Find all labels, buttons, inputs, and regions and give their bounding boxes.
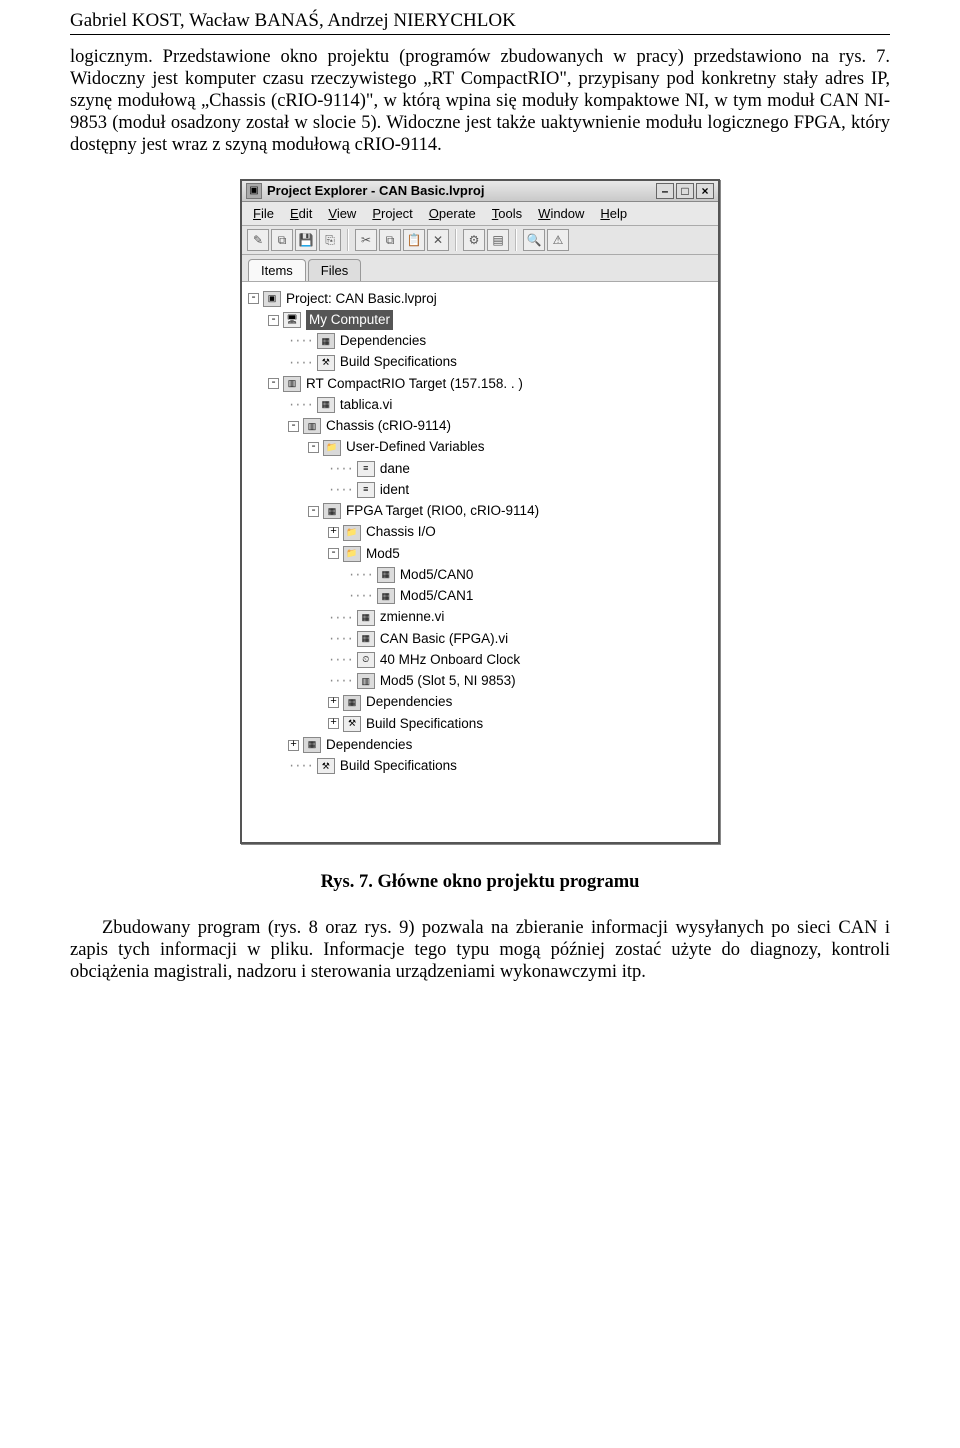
tree-dependencies[interactable]: Dependencies (340, 331, 426, 351)
tree-user-vars[interactable]: User-Defined Variables (346, 437, 485, 457)
tree-chassis-io[interactable]: Chassis I/O (366, 522, 436, 542)
menu-project[interactable]: Project (367, 205, 417, 222)
tree-dependencies[interactable]: Dependencies (326, 735, 412, 755)
tab-items[interactable]: Items (248, 259, 306, 281)
folder-icon: 📁 (343, 546, 361, 562)
tree-canbasic-vi[interactable]: CAN Basic (FPGA).vi (380, 629, 508, 649)
menu-tools[interactable]: Tools (487, 205, 527, 222)
menu-edit[interactable]: Edit (285, 205, 317, 222)
folder-icon: ▦ (343, 695, 361, 711)
tree-mod5-slot[interactable]: Mod5 (Slot 5, NI 9853) (380, 671, 516, 691)
tree-mod5-can1[interactable]: Mod5/CAN1 (400, 586, 474, 606)
computer-icon: 🖥 (283, 312, 301, 328)
menu-help[interactable]: Help (595, 205, 632, 222)
toolbar-delete-icon[interactable]: ✕ (427, 229, 449, 251)
toolbar-cut-icon[interactable]: ✂ (355, 229, 377, 251)
folder-icon: ▦ (317, 333, 335, 349)
tree-project[interactable]: Project: CAN Basic.lvproj (286, 289, 437, 309)
toolbar-saveall-icon[interactable]: ⎘ (319, 229, 341, 251)
figure-caption: Rys. 7. Główne okno projektu programu (70, 872, 890, 894)
vi-icon: ▦ (317, 397, 335, 413)
paragraph-2: Zbudowany program (rys. 8 oraz rys. 9) p… (70, 918, 890, 983)
collapse-icon[interactable]: - (328, 548, 339, 559)
channel-icon: ▦ (377, 588, 395, 604)
expand-icon[interactable]: + (288, 740, 299, 751)
tree-fpga-target[interactable]: FPGA Target (RIO0, cRIO-9114) (346, 501, 539, 521)
menu-view[interactable]: View (323, 205, 361, 222)
toolbar-separator-icon (347, 229, 349, 251)
expand-icon[interactable]: + (328, 718, 339, 729)
toolbar-save-icon[interactable]: 💾 (295, 229, 317, 251)
toolbar-open-icon[interactable]: ⧉ (271, 229, 293, 251)
vi-icon: ▦ (357, 610, 375, 626)
menu-window[interactable]: Window (533, 205, 589, 222)
close-button[interactable]: × (696, 183, 714, 199)
tree-tablica-vi[interactable]: tablica.vi (340, 395, 393, 415)
menu-file[interactable]: File (248, 205, 279, 222)
tree-mod5[interactable]: Mod5 (366, 544, 400, 564)
menu-operate[interactable]: Operate (424, 205, 481, 222)
channel-icon: ▦ (377, 567, 395, 583)
toolbar-new-icon[interactable]: ✎ (247, 229, 269, 251)
maximize-button[interactable]: □ (676, 183, 694, 199)
target-icon: ▥ (283, 376, 301, 392)
collapse-icon[interactable]: - (288, 421, 299, 432)
expand-icon[interactable]: + (328, 697, 339, 708)
folder-icon: 📁 (343, 525, 361, 541)
folder-icon: 📁 (323, 440, 341, 456)
minimize-button[interactable]: – (656, 183, 674, 199)
chassis-icon: ▥ (303, 418, 321, 434)
toolbar-search-icon[interactable]: 🔍 (523, 229, 545, 251)
vi-icon: ▦ (357, 631, 375, 647)
toolbar-filter-icon[interactable]: ▤ (487, 229, 509, 251)
toolbar: ✎ ⧉ 💾 ⎘ ✂ ⧉ 📋 ✕ ⚙ ▤ 🔍 ⚠ (242, 226, 718, 255)
variable-icon: ≡ (357, 482, 375, 498)
toolbar-settings-icon[interactable]: ⚙ (463, 229, 485, 251)
clock-icon: ⏲ (357, 652, 375, 668)
window-titlebar: ▣ Project Explorer - CAN Basic.lvproj – … (242, 181, 718, 202)
menu-bar: File Edit View Project Operate Tools Win… (242, 202, 718, 226)
tree-build-spec[interactable]: Build Specifications (366, 714, 483, 734)
tree-var-ident[interactable]: ident (380, 480, 409, 500)
author-header: Gabriel KOST, Wacław BANAŚ, Andrzej NIER… (70, 10, 890, 32)
tree-build-spec[interactable]: Build Specifications (340, 756, 457, 776)
tree-build-spec[interactable]: Build Specifications (340, 352, 457, 372)
project-icon: ▣ (263, 291, 281, 307)
variable-icon: ≡ (357, 461, 375, 477)
tree-rt-target[interactable]: RT CompactRIO Target (157.158. . ) (306, 374, 523, 394)
tree-my-computer[interactable]: My Computer (306, 310, 393, 330)
tree-zmienne-vi[interactable]: zmienne.vi (380, 607, 445, 627)
fpga-icon: ▦ (323, 503, 341, 519)
tab-files[interactable]: Files (308, 259, 361, 281)
build-icon: ⚒ (317, 355, 335, 371)
tree-dependencies[interactable]: Dependencies (366, 692, 452, 712)
toolbar-separator-icon (515, 229, 517, 251)
collapse-icon[interactable]: - (308, 442, 319, 453)
tree-chassis[interactable]: Chassis (cRIO-9114) (326, 416, 451, 436)
app-icon: ▣ (246, 183, 262, 199)
collapse-icon[interactable]: - (268, 315, 279, 326)
screenshot-figure: ▣ Project Explorer - CAN Basic.lvproj – … (70, 179, 890, 845)
build-icon: ⚒ (317, 758, 335, 774)
toolbar-paste-icon[interactable]: 📋 (403, 229, 425, 251)
toolbar-copy-icon[interactable]: ⧉ (379, 229, 401, 251)
tree-var-dane[interactable]: dane (380, 459, 410, 479)
toolbar-separator-icon (455, 229, 457, 251)
tab-bar: Items Files (242, 255, 718, 282)
expand-icon[interactable]: + (328, 527, 339, 538)
build-icon: ⚒ (343, 716, 361, 732)
header-divider (70, 34, 890, 35)
module-icon: ▥ (357, 673, 375, 689)
collapse-icon[interactable]: - (268, 378, 279, 389)
tree-clock[interactable]: 40 MHz Onboard Clock (380, 650, 520, 670)
project-tree: -▣Project: CAN Basic.lvproj -🖥My Compute… (242, 282, 718, 842)
toolbar-warning-icon[interactable]: ⚠ (547, 229, 569, 251)
window-title: Project Explorer - CAN Basic.lvproj (267, 183, 656, 198)
paragraph-1: logicznym. Przedstawione okno projektu (… (70, 47, 890, 156)
folder-icon: ▦ (303, 737, 321, 753)
project-explorer-window: ▣ Project Explorer - CAN Basic.lvproj – … (240, 179, 720, 845)
collapse-icon[interactable]: - (248, 293, 259, 304)
tree-mod5-can0[interactable]: Mod5/CAN0 (400, 565, 474, 585)
collapse-icon[interactable]: - (308, 506, 319, 517)
